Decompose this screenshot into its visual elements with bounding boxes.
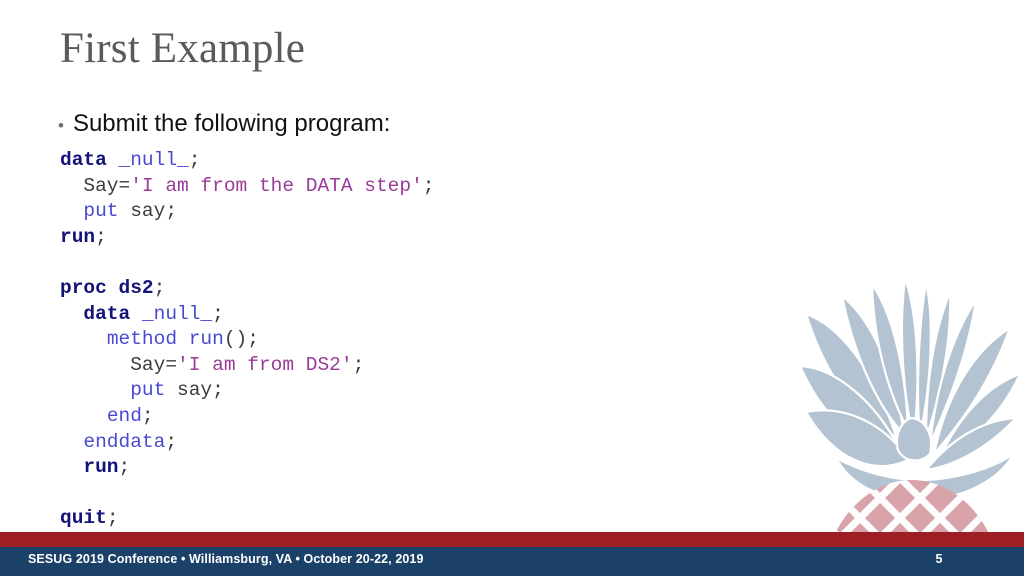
slide-title: First Example [60, 25, 306, 72]
code-line: proc ds2; [60, 276, 434, 302]
footer-conference-text: SESUG 2019 Conference • Williamsburg, VA… [28, 552, 424, 566]
code-line: run; [60, 225, 434, 251]
code-token-kw: quit [60, 507, 107, 530]
code-token-kw: data [60, 149, 107, 171]
code-token-kw2: put [130, 379, 166, 402]
code-line: end; [60, 404, 434, 430]
code-token-plain: ; [118, 456, 131, 479]
code-token-plain: ; [188, 149, 201, 171]
code-token-plain: ; [153, 276, 166, 299]
sas-code-block: data _null_; Say='I am from the DATA ste… [60, 148, 434, 532]
bullet-list-item: • Submit the following program: [58, 110, 390, 138]
code-token-kw2: _null_ [141, 302, 213, 325]
code-token-plain: ; [352, 353, 365, 376]
code-line: method run(); [60, 327, 434, 353]
code-token-plain: ; [95, 225, 107, 248]
code-token-plain: ; [212, 302, 224, 325]
code-token-kw2: _null_ [118, 149, 189, 171]
code-token-plain: ; [422, 174, 435, 197]
bullet-marker-icon: • [58, 116, 64, 135]
bullet-text: Submit the following program: [72, 110, 391, 137]
code-token-str: 'I am from DS2' [177, 353, 353, 376]
code-line: data _null_; [60, 302, 434, 328]
pineapple-body [820, 480, 1004, 536]
code-line: run; [60, 455, 434, 481]
code-token-plain: ; [165, 430, 178, 453]
footer-accent-bar-red [0, 532, 1024, 547]
code-token-kw2: put [83, 200, 119, 223]
code-token-plain: ; [141, 404, 154, 427]
code-line: Say='I am from DS2'; [60, 353, 434, 379]
code-line: data _null_; [60, 148, 434, 174]
code-token-plain: ; [106, 507, 119, 530]
code-token-plain: Say= [130, 353, 178, 376]
code-token-plain: say; [165, 379, 224, 402]
code-token-kw2: end [106, 404, 142, 427]
pineapple-icon [800, 278, 1020, 536]
code-token-kw: run [83, 456, 119, 479]
code-line: put say; [60, 378, 434, 404]
code-token-plain: Say= [83, 174, 131, 197]
code-token-kw: data [83, 302, 131, 325]
code-line: enddata; [60, 430, 434, 456]
code-token-plain: (); [223, 328, 259, 351]
slide-canvas: First Example • Submit the following pro… [0, 0, 1024, 576]
code-token-str: 'I am from the DATA step' [130, 174, 423, 197]
code-token-kw2: method run [106, 328, 224, 351]
code-token-kw2: enddata [83, 430, 166, 453]
code-token-kw: proc ds2 [60, 276, 154, 299]
code-token-plain: say; [118, 200, 178, 223]
slide-page-number: 5 [935, 552, 943, 566]
code-line: Say='I am from the DATA step'; [60, 174, 434, 200]
code-line: quit; [60, 506, 434, 532]
pineapple-watermark-image [800, 278, 1020, 536]
code-token-kw: run [60, 225, 96, 248]
code-line: put say; [60, 199, 434, 225]
